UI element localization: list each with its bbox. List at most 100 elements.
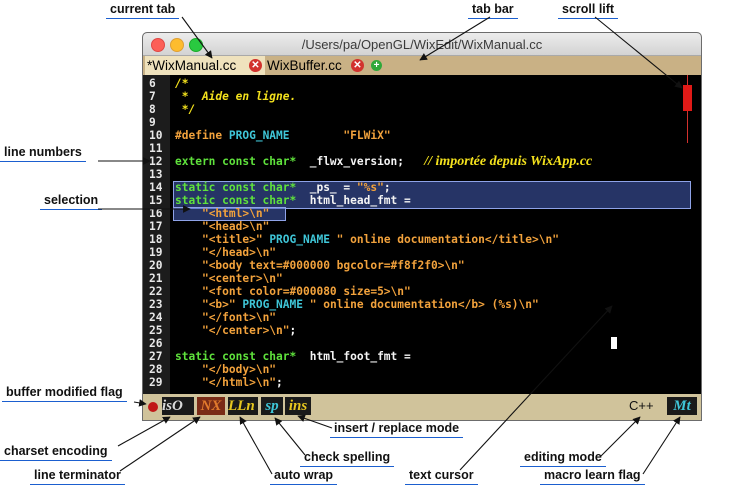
line-number: 24 (149, 311, 163, 324)
editing-mode-indicator[interactable]: C++ (629, 397, 665, 415)
line-number: 14 (149, 181, 163, 194)
line-number: 21 (149, 272, 163, 285)
code-token: _ps_ = (302, 181, 357, 194)
code-token: "%s" (356, 181, 384, 194)
code-text: static const char* html_head_fmt = (175, 194, 411, 207)
code-token: "</font>\n" (201, 311, 277, 324)
code-token: static const char* (175, 181, 303, 194)
label-tab-bar: tab bar (468, 2, 518, 19)
arrow-auto-wrap (239, 416, 273, 475)
editor-window: /Users/pa/OpenGL/WixEdit/WixManual.cc *W… (142, 32, 702, 421)
label-selection: selection (40, 193, 103, 210)
text-area[interactable]: 6 /* 7 * Aide en ligne. 8 */ 9 10 #define PROG… (143, 75, 701, 394)
line-number: 25 (149, 324, 163, 337)
label-line-terminator: line terminator (30, 468, 125, 485)
line-number: 6 (149, 77, 156, 90)
line-terminator-indicator[interactable]: NX (197, 397, 225, 415)
code-text: "</font>\n" (175, 311, 276, 324)
code-token: extern const char* (175, 155, 303, 168)
buffer-modified-flag (148, 402, 158, 412)
title-bar[interactable]: /Users/pa/OpenGL/WixEdit/WixManual.cc (143, 33, 701, 56)
arrow-charset (117, 416, 171, 447)
tab-bar: *WixManual.cc ✕ WixBuffer.cc ✕ + (143, 56, 701, 75)
line-number: 8 (149, 103, 156, 116)
tab-wixmanual[interactable]: *WixManual.cc ✕ (145, 56, 265, 75)
auto-wrap-indicator[interactable]: LLn (228, 397, 258, 415)
arrow-editing-mode (599, 416, 641, 458)
code-token: ; (289, 324, 297, 337)
code-token: "FLWiX" (343, 129, 391, 142)
code-token: "</body>\n" (201, 363, 277, 376)
line-number: 23 (149, 298, 163, 311)
line-number: 19 (149, 246, 163, 259)
label-scroll-lift: scroll lift (558, 2, 619, 19)
new-tab-plus-icon[interactable]: + (371, 60, 382, 71)
charset-encoding-indicator[interactable]: isO (162, 397, 194, 415)
label-current-tab: current tab (106, 2, 180, 19)
label-check-spelling: check spelling (300, 450, 395, 467)
code-token: html_head_fmt = (302, 194, 411, 207)
code-text: "<b>" PROG_NAME " online documentation</… (175, 298, 539, 311)
code-token: " online documentation</title>\n" (329, 233, 559, 246)
code-text: "</center>\n"; (175, 324, 296, 337)
code-text: static const char* _ps_ = "%s"; (175, 181, 391, 194)
line-number: 28 (149, 363, 163, 376)
code-text: "</html>\n"; (175, 376, 283, 389)
code-text: "<head>\n" (175, 220, 269, 233)
code-token: "<font color=#000080 size=5>\n" (201, 285, 411, 298)
tab-close-icon[interactable]: ✕ (351, 59, 364, 72)
code-text: "</body>\n" (175, 363, 276, 376)
tab-close-icon[interactable]: ✕ (249, 59, 262, 72)
code-token: PROG_NAME (242, 298, 303, 311)
label-insert-replace-mode: insert / replace mode (330, 421, 464, 438)
code-token: "<b>" (201, 298, 243, 311)
line-number: 27 (149, 350, 163, 363)
code-token: "<html>\n" (201, 207, 270, 220)
code-token: " online documentation</b> (%s)\n" (303, 298, 539, 311)
label-buffer-modified-flag: buffer modified flag (2, 385, 127, 402)
code-text: "<font color=#000080 size=5>\n" (175, 285, 411, 298)
code-token: * Aide en ligne. (175, 90, 297, 103)
macro-learn-flag[interactable]: Mt (667, 397, 697, 415)
code-token: PROG_NAME (269, 233, 330, 246)
insert-mode-indicator[interactable]: ins (285, 397, 311, 415)
label-macro-learn-flag: macro learn flag (540, 468, 645, 485)
code-token: "<head>\n" (201, 220, 270, 233)
tab-wixbuffer[interactable]: WixBuffer.cc ✕ (265, 56, 365, 75)
code-token: ; (383, 181, 391, 194)
line-number: 26 (149, 337, 163, 350)
code-text: "<body text=#000000 bgcolor=#f8f2f0>\n" (175, 259, 465, 272)
code-token: _flwx_version; (302, 155, 405, 168)
code-token: static const char* (175, 350, 303, 363)
arrow-macro-learn (642, 416, 681, 475)
line-number: 16 (149, 207, 163, 220)
text-cursor (611, 337, 617, 349)
code-text: #define PROG_NAME "FLWiX" (175, 129, 391, 142)
line-number: 22 (149, 285, 163, 298)
line-number: 17 (149, 220, 163, 233)
line-number: 7 (149, 90, 156, 103)
label-line-numbers: line numbers (0, 145, 86, 162)
arrow-line-terminator (119, 416, 201, 472)
code-token: ; (276, 376, 283, 389)
code-token: PROG_NAME (228, 129, 290, 142)
scroll-lift[interactable] (683, 85, 692, 111)
window-title: /Users/pa/OpenGL/WixEdit/WixManual.cc (301, 37, 543, 52)
label-text-cursor: text cursor (405, 468, 478, 485)
check-spelling-indicator[interactable]: sp (261, 397, 283, 415)
line-number: 15 (149, 194, 163, 207)
code-token: static const char* (175, 194, 303, 207)
status-bar: isO NX LLn sp ins C++ Mt (143, 394, 701, 420)
code-text: "<html>\n" (175, 207, 269, 220)
